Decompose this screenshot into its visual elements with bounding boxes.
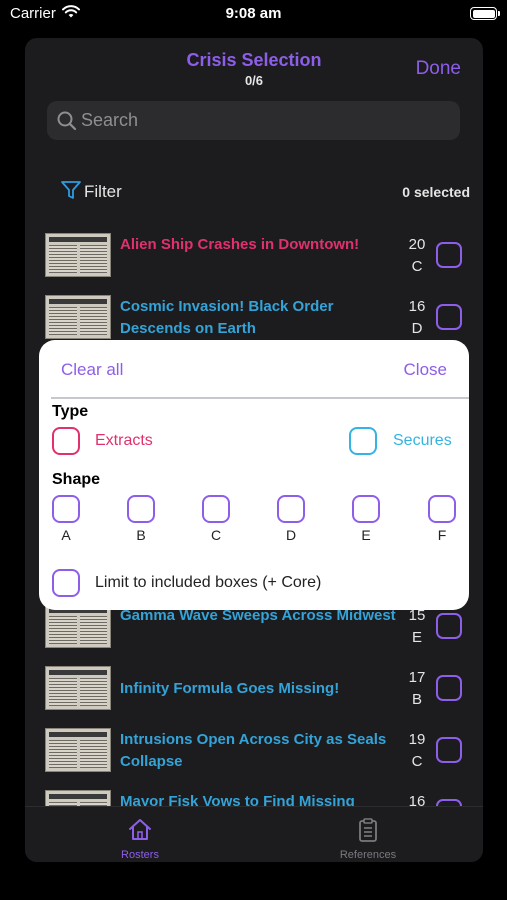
crisis-thumbnail xyxy=(45,604,111,648)
tab-label: References xyxy=(339,849,397,861)
shape-c-label: C xyxy=(210,527,222,543)
crisis-number: 17 xyxy=(408,669,426,686)
crisis-checkbox[interactable] xyxy=(436,799,462,806)
filter-button[interactable]: Filter xyxy=(60,180,122,204)
crisis-checkbox[interactable] xyxy=(436,675,462,701)
secures-checkbox[interactable] xyxy=(349,427,377,455)
shape-a-checkbox[interactable] xyxy=(52,495,80,523)
list-item[interactable]: Mayor Fisk Vows to Find Missing 16 xyxy=(25,783,483,806)
page-title: Crisis Selection xyxy=(186,50,322,70)
crisis-shape: C xyxy=(411,258,423,275)
search-bar[interactable] xyxy=(47,101,460,140)
clipboard-icon xyxy=(308,817,428,846)
crisis-stats: 19 C xyxy=(403,729,431,773)
crisis-stats: 15 E xyxy=(403,605,431,649)
crisis-number: 16 xyxy=(408,298,426,315)
extracts-checkbox[interactable] xyxy=(52,427,80,455)
secures-label: Secures xyxy=(393,432,452,449)
crisis-shape: E xyxy=(411,629,422,646)
crisis-number: 19 xyxy=(408,731,426,748)
shape-d-checkbox[interactable] xyxy=(277,495,305,523)
crisis-stats: 16 xyxy=(403,791,431,806)
crisis-title: Cosmic Invasion! Black Order Descends on… xyxy=(120,298,334,337)
shape-a-label: A xyxy=(61,527,71,543)
crisis-title: Alien Ship Crashes in Downtown! xyxy=(120,236,360,253)
shape-d-label: D xyxy=(285,527,297,543)
battery-icon xyxy=(470,7,500,20)
shape-heading: Shape xyxy=(52,471,101,488)
list-item[interactable]: Intrusions Open Across City as Seals Col… xyxy=(25,721,483,773)
shape-c-checkbox[interactable] xyxy=(202,495,230,523)
sheet-header: Crisis Selection 0/6 Done xyxy=(25,38,483,98)
shape-b-label: B xyxy=(136,527,146,543)
crisis-checkbox[interactable] xyxy=(436,242,462,268)
divider xyxy=(51,397,469,399)
crisis-title: Infinity Formula Goes Missing! xyxy=(120,680,340,697)
list-item[interactable]: Alien Ship Crashes in Downtown! 20 C xyxy=(25,226,483,278)
list-item[interactable]: Infinity Formula Goes Missing! 17 B xyxy=(25,659,483,711)
tab-bar: Rosters References xyxy=(25,806,483,862)
crisis-stats: 16 D xyxy=(403,296,431,340)
status-bar: Carrier 9:08 am xyxy=(0,0,507,30)
crisis-checkbox[interactable] xyxy=(436,613,462,639)
shape-f-checkbox[interactable] xyxy=(428,495,456,523)
crisis-thumbnail xyxy=(45,728,111,772)
tab-rosters[interactable]: Rosters xyxy=(80,817,200,861)
shape-e-label: E xyxy=(361,527,371,543)
close-button[interactable]: Close xyxy=(404,360,447,380)
shape-f-label: F xyxy=(437,527,447,543)
done-button[interactable]: Done xyxy=(416,58,461,80)
clear-all-button[interactable]: Clear all xyxy=(61,360,123,380)
shape-b-checkbox[interactable] xyxy=(127,495,155,523)
crisis-thumbnail xyxy=(45,666,111,710)
crisis-checkbox[interactable] xyxy=(436,737,462,763)
crisis-number: 16 xyxy=(408,793,426,806)
selection-counter: 0/6 xyxy=(244,73,264,88)
shape-e-checkbox[interactable] xyxy=(352,495,380,523)
list-item[interactable]: Cosmic Invasion! Black Order Descends on… xyxy=(25,288,483,340)
filter-funnel-icon xyxy=(60,179,82,206)
limit-boxes-label: Limit to included boxes (+ Core) xyxy=(95,574,322,591)
type-heading: Type xyxy=(52,403,89,420)
crisis-thumbnail xyxy=(45,295,111,339)
crisis-title: Mayor Fisk Vows to Find Missing xyxy=(120,793,355,806)
crisis-title: Intrusions Open Across City as Seals Col… xyxy=(120,731,387,770)
crisis-shape: B xyxy=(411,691,422,708)
search-icon xyxy=(56,110,78,137)
filter-popover: Clear all Close Type Extracts Secures Sh… xyxy=(39,340,469,610)
tab-references[interactable]: References xyxy=(308,817,428,861)
filter-label: Filter xyxy=(84,182,122,201)
search-input[interactable] xyxy=(81,101,451,140)
limit-boxes-checkbox[interactable] xyxy=(52,569,80,597)
tab-label: Rosters xyxy=(121,849,159,861)
crisis-thumbnail xyxy=(45,790,111,806)
extracts-label: Extracts xyxy=(95,432,153,449)
crisis-thumbnail xyxy=(45,233,111,277)
crisis-stats: 17 B xyxy=(403,667,431,711)
crisis-stats: 20 C xyxy=(403,234,431,278)
crisis-number: 20 xyxy=(408,236,426,253)
crisis-shape: C xyxy=(411,753,423,770)
house-icon xyxy=(80,817,200,846)
crisis-shape: D xyxy=(411,320,423,337)
clock-time: 9:08 am xyxy=(225,5,282,22)
crisis-checkbox[interactable] xyxy=(436,304,462,330)
selected-count: 0 selected xyxy=(402,184,470,200)
